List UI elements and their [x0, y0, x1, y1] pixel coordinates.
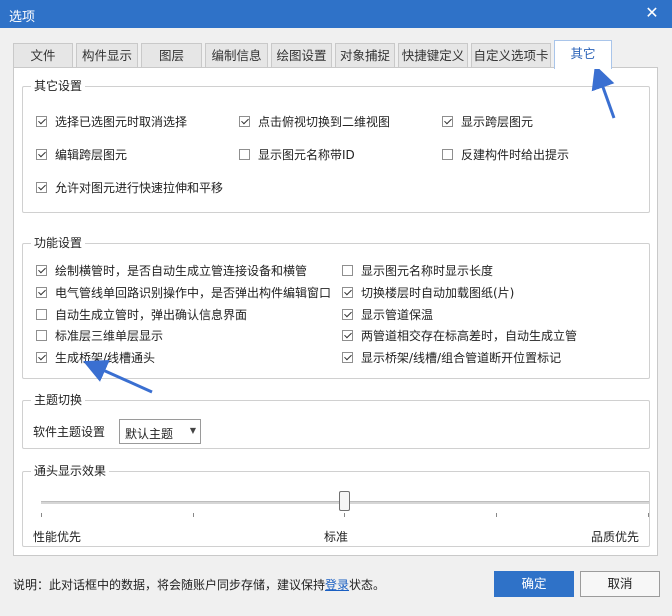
checkbox-label: 绘制横管时，是否自动生成立管连接设备和横管 [55, 264, 308, 278]
checkbox-riser-confirm[interactable]: 自动生成立管时，弹出确认信息界面 [36, 306, 247, 323]
checkbox-label: 显示管道保温 [361, 308, 434, 322]
scale-label-performance: 性能优先 [33, 530, 82, 544]
ok-button[interactable]: 确定 [494, 571, 574, 597]
function-settings-title: 功能设置 [31, 236, 86, 250]
theme-group: 主题切换 软件主题设置 默认主题 ▼ [22, 393, 650, 449]
checkbox-top-view-2d[interactable]: 点击俯视切换到二维视图 [239, 113, 390, 130]
checkbox-box[interactable] [239, 149, 250, 160]
checkbox-label: 点击俯视切换到二维视图 [258, 115, 391, 129]
checkbox-auto-riser-connect[interactable]: 绘制横管时，是否自动生成立管连接设备和横管 [36, 262, 307, 279]
window-title: 选项 [9, 10, 36, 25]
checkbox-label: 自动生成立管时，弹出确认信息界面 [55, 308, 248, 322]
checkbox-deselect-selected[interactable]: 选择已选图元时取消选择 [36, 113, 187, 130]
checkbox-auto-riser-elevation[interactable]: 两管道相交存在标高差时，自动生成立管 [342, 327, 577, 344]
checkbox-label: 电气管线单回路识别操作中，是否弹出构件编辑窗口 [55, 286, 332, 300]
title-bar: 选项 ✕ [0, 0, 672, 28]
checkbox-box[interactable] [36, 116, 47, 127]
checkbox-label: 切换楼层时自动加载图纸(片) [361, 286, 515, 300]
checkbox-show-insulation[interactable]: 显示管道保温 [342, 306, 433, 323]
cancel-button[interactable]: 取消 [580, 571, 660, 597]
checkbox-standard-layer-3d[interactable]: 标准层三维单层显示 [36, 327, 163, 344]
checkbox-label: 显示图元名称带ID [258, 148, 355, 162]
other-settings-title: 其它设置 [31, 79, 86, 93]
scale-label-standard: 标准 [324, 530, 349, 544]
checkbox-reverse-build-prompt[interactable]: 反建构件时给出提示 [442, 146, 569, 163]
checkbox-label: 标准层三维单层显示 [55, 329, 164, 343]
checkbox-label: 显示桥架/线槽/组合管道断开位置标记 [361, 351, 562, 365]
theme-title: 主题切换 [31, 393, 86, 407]
scale-label-quality: 品质优先 [591, 530, 640, 544]
tab-object-snap[interactable]: 对象捕捉 [335, 43, 395, 68]
checkbox-box[interactable] [342, 265, 353, 276]
footer-note-text: 说明：此对话框中的数据，将会随账户同步存储，建议保持 [13, 578, 326, 592]
checkbox-generate-tray-fitting[interactable]: 生成桥架/线槽通头 [36, 349, 155, 366]
tab-file[interactable]: 文件 [13, 43, 73, 68]
tab-content-panel: 其它设置 选择已选图元时取消选择 点击俯视切换到二维视图 显示跨层图元 编辑跨层… [13, 67, 658, 556]
checkbox-show-break-marker[interactable]: 显示桥架/线槽/组合管道断开位置标记 [342, 349, 561, 366]
checkbox-box[interactable] [442, 149, 453, 160]
checkbox-show-cross-layer[interactable]: 显示跨层图元 [442, 113, 533, 130]
checkbox-label: 选择已选图元时取消选择 [55, 115, 188, 129]
checkbox-box[interactable] [442, 116, 453, 127]
checkbox-box[interactable] [36, 287, 47, 298]
tab-draw-settings[interactable]: 绘图设置 [271, 43, 332, 68]
checkbox-label: 显示图元名称时显示长度 [361, 264, 494, 278]
checkbox-box[interactable] [239, 116, 250, 127]
slider-tick [496, 513, 497, 517]
footer-note: 说明：此对话框中的数据，将会随账户同步存储，建议保持登录状态。 [13, 576, 385, 593]
checkbox-box[interactable] [342, 287, 353, 298]
fitting-effect-group: 通头显示效果 性能优先 标准 品质优先 [22, 464, 650, 547]
other-settings-group: 其它设置 选择已选图元时取消选择 点击俯视切换到二维视图 显示跨层图元 编辑跨层… [22, 79, 650, 213]
checkbox-auto-load-drawing[interactable]: 切换楼层时自动加载图纸(片) [342, 284, 514, 301]
theme-selected-value: 默认主题 [125, 427, 174, 441]
tab-layer[interactable]: 图层 [141, 43, 202, 68]
login-link[interactable]: 登录 [325, 578, 349, 592]
checkbox-box[interactable] [342, 309, 353, 320]
checkbox-single-circuit-popup[interactable]: 电气管线单回路识别操作中，是否弹出构件编辑窗口 [36, 284, 331, 301]
slider-tick [41, 513, 42, 517]
checkbox-show-name-id[interactable]: 显示图元名称带ID [239, 146, 355, 163]
slider-thumb[interactable] [339, 491, 350, 511]
checkbox-box[interactable] [36, 149, 47, 160]
tab-bar: 文件 构件显示 图层 编制信息 绘图设置 对象捕捉 快捷键定义 自定义选项卡 其… [13, 40, 658, 69]
checkbox-box[interactable] [36, 182, 47, 193]
checkbox-box[interactable] [342, 330, 353, 341]
checkbox-box[interactable] [342, 352, 353, 363]
function-settings-group: 功能设置 绘制横管时，是否自动生成立管连接设备和横管 电气管线单回路识别操作中，… [22, 236, 650, 379]
slider-tick [344, 513, 345, 517]
fitting-effect-title: 通头显示效果 [31, 464, 110, 478]
tab-component-display[interactable]: 构件显示 [76, 43, 138, 68]
tab-other[interactable]: 其它 [554, 40, 612, 69]
theme-select[interactable]: 默认主题 ▼ [119, 419, 201, 444]
slider-tick [193, 513, 194, 517]
footer-note-suffix: 状态。 [349, 578, 386, 592]
checkbox-label: 生成桥架/线槽通头 [55, 351, 156, 365]
checkbox-label: 反建构件时给出提示 [461, 148, 570, 162]
checkbox-box[interactable] [36, 309, 47, 320]
checkbox-box[interactable] [36, 330, 47, 341]
tab-custom-tabs[interactable]: 自定义选项卡 [471, 43, 551, 68]
checkbox-label: 编辑跨层图元 [55, 148, 128, 162]
checkbox-box[interactable] [36, 352, 47, 363]
checkbox-box[interactable] [36, 265, 47, 276]
checkbox-label: 允许对图元进行快速拉伸和平移 [55, 181, 224, 195]
theme-label: 软件主题设置 [33, 425, 106, 439]
tab-compile-info[interactable]: 编制信息 [205, 43, 268, 68]
checkbox-quick-stretch[interactable]: 允许对图元进行快速拉伸和平移 [36, 179, 223, 196]
checkbox-show-length[interactable]: 显示图元名称时显示长度 [342, 262, 493, 279]
chevron-down-icon[interactable]: ▼ [190, 426, 196, 435]
checkbox-label: 两管道相交存在标高差时，自动生成立管 [361, 329, 578, 343]
checkbox-edit-cross-layer[interactable]: 编辑跨层图元 [36, 146, 127, 163]
checkbox-label: 显示跨层图元 [461, 115, 534, 129]
close-icon[interactable]: ✕ [642, 3, 662, 23]
slider-tick [648, 513, 649, 517]
tab-shortcut-keys[interactable]: 快捷键定义 [398, 43, 468, 68]
